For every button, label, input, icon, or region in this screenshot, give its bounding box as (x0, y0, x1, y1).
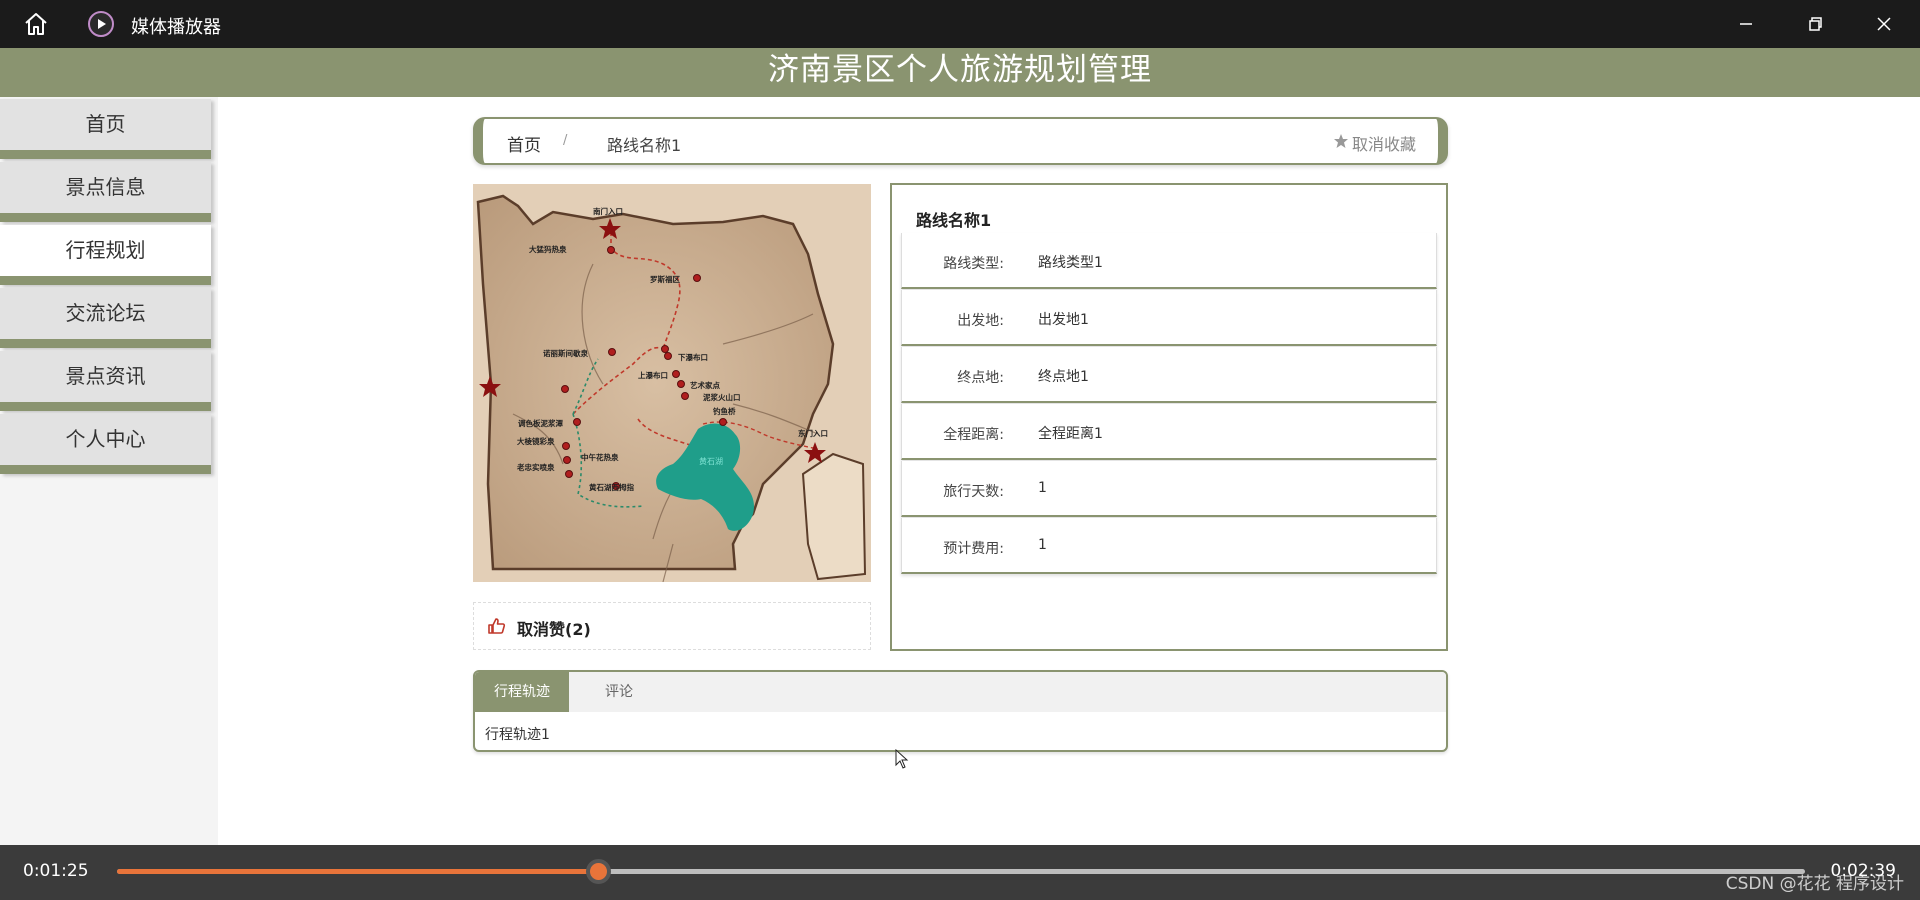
info-label: 终点地: (957, 370, 1004, 386)
media-player-logo-icon (88, 11, 114, 37)
unfavorite-button[interactable]: 取消收藏 (1333, 131, 1416, 155)
map-label-spot-5: 下瀑布口 (678, 352, 708, 362)
breadcrumb-home-link[interactable]: 首页 (507, 131, 541, 156)
info-label: 全程距离: (943, 427, 1004, 443)
map-label-spot-7: 泥浆火山口 (703, 392, 741, 402)
info-label: 旅行天数: (943, 484, 1004, 500)
info-row-cost: 预计费用: 1 (901, 518, 1437, 574)
watermark: CSDN @花花 程序设计 (1725, 874, 1904, 894)
sidebar-item-profile[interactable]: 个人中心 (0, 414, 211, 474)
minimize-button[interactable] (1730, 8, 1762, 40)
info-row-departure: 出发地: 出发地1 (901, 290, 1437, 346)
unfavorite-label: 取消收藏 (1351, 135, 1416, 154)
route-name-heading: 路线名称1 (916, 211, 992, 230)
map-label-spot-2: 罗斯福区 (650, 274, 680, 284)
breadcrumb: 首页 / 路线名称1 取消收藏 (473, 117, 1448, 165)
map-label-spot-1: 大猛犸热泉 (529, 244, 567, 254)
info-label: 路线类型: (943, 256, 1004, 272)
map-label-spot-6: 艺术家点 (690, 380, 720, 390)
site-title: 济南景区个人旅游规划管理 (768, 52, 1152, 88)
map-label-spot-3: 诺丽斯间歇泉 (543, 348, 588, 358)
info-row-distance: 全程距离: 全程距离1 (901, 404, 1437, 460)
info-row-destination: 终点地: 终点地1 (901, 347, 1437, 403)
media-control-bar: 0:01:25 0:02:39 CSDN @花花 程序设计 (0, 845, 1920, 900)
current-time: 0:01:25 (23, 861, 89, 881)
map-label-spot-10: 大棱镜彩泉 (517, 436, 555, 446)
sidebar-item-news[interactable]: 景点资讯 (0, 351, 211, 411)
sidebar-item-itinerary[interactable]: 行程规划 (0, 225, 211, 285)
map-label-spot-4: 上瀑布口 (638, 370, 668, 380)
seek-thumb[interactable] (586, 859, 612, 884)
detail-tabs: 行程轨迹 评论 行程轨迹1 (473, 670, 1448, 752)
map-label-spot-13: 黄石湖西拇指 (589, 482, 634, 492)
player-title-bar: 媒体播放器 (0, 0, 1920, 48)
info-value: 1 (1038, 537, 1047, 553)
close-button[interactable] (1868, 8, 1900, 40)
map-label-spot-11: 中午花热泉 (581, 452, 619, 462)
map-label-east-gate: 东门入口 (798, 428, 828, 438)
tab-content: 行程轨迹1 (485, 727, 550, 743)
sidebar-item-home[interactable]: 首页 (0, 99, 211, 159)
info-value: 1 (1038, 480, 1047, 496)
info-value: 出发地1 (1038, 312, 1089, 328)
map-label-spot-9: 调色板泥浆潭 (518, 418, 563, 428)
info-value: 路线类型1 (1038, 255, 1103, 271)
app-title: 媒体播放器 (131, 17, 221, 38)
map-label-spot-8: 钓鱼桥 (713, 406, 736, 416)
star-icon (1333, 133, 1349, 153)
route-info-panel: 路线名称1 路线类型: 路线类型1 出发地: 出发地1 终点地: 终点地1 全程… (890, 183, 1448, 651)
mouse-cursor-icon (895, 748, 909, 769)
info-row-route-type: 路线类型: 路线类型1 (901, 233, 1437, 289)
info-label: 预计费用: (943, 541, 1004, 557)
map-label-lake: 黄石湖 (699, 456, 723, 466)
info-row-days: 旅行天数: 1 (901, 461, 1437, 517)
map-label-spot-12: 老忠实喷泉 (516, 462, 555, 472)
tab-comments[interactable]: 评论 (569, 672, 669, 712)
seek-progress (117, 869, 599, 874)
info-label: 出发地: (957, 313, 1004, 329)
info-value: 终点地1 (1038, 369, 1089, 385)
thumbs-up-icon (487, 616, 507, 636)
breadcrumb-separator: / (563, 133, 568, 148)
tab-itinerary-track[interactable]: 行程轨迹 (475, 672, 569, 712)
home-icon[interactable] (22, 10, 50, 38)
like-box[interactable]: 取消赞(2) (473, 602, 871, 650)
unlike-label: 取消赞(2) (517, 620, 591, 639)
map-label-south-gate: 南门入口 (593, 206, 623, 216)
breadcrumb-current: 路线名称1 (607, 136, 682, 155)
route-map-image: 南门入口 东门入口 大猛犸热泉 罗斯福区 诺丽斯间歇泉 上瀑布口 下瀑布口 艺术… (473, 184, 871, 582)
sidebar-nav: 首页 景点信息 行程规划 交流论坛 景点资讯 个人中心 (0, 97, 218, 845)
tab-bar: 行程轨迹 评论 (475, 672, 1446, 712)
seek-bar[interactable] (117, 859, 1805, 884)
sidebar-item-attractions[interactable]: 景点信息 (0, 162, 211, 222)
info-value: 全程距离1 (1038, 426, 1103, 442)
sidebar-item-forum[interactable]: 交流论坛 (0, 288, 211, 348)
restore-button[interactable] (1799, 8, 1831, 40)
